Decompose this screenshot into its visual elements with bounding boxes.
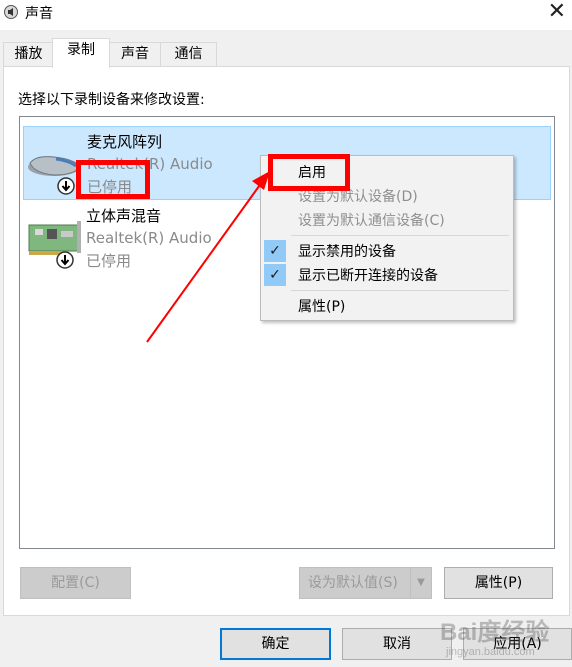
sound-card-icon bbox=[28, 221, 81, 269]
configure-button[interactable]: 配置(C) bbox=[20, 567, 131, 599]
watermark-logo: Bai度经验 bbox=[440, 619, 550, 646]
ok-button[interactable]: 确定 bbox=[220, 628, 331, 660]
menu-separator bbox=[291, 290, 509, 291]
chevron-down-icon[interactable]: ▼ bbox=[410, 568, 431, 598]
speaker-icon bbox=[4, 5, 18, 19]
tab-communications[interactable]: 通信 bbox=[160, 42, 217, 67]
menu-separator bbox=[291, 235, 509, 236]
device-name: 麦克风阵列 bbox=[87, 133, 163, 151]
menu-item-show-disconnected[interactable]: ✓ 显示已断开连接的设备 bbox=[261, 263, 513, 287]
watermark-url: jingyan.baidu.com bbox=[446, 646, 535, 658]
device-name: 立体声混音 bbox=[86, 207, 162, 225]
highlight-box-status bbox=[76, 160, 150, 199]
highlight-box-enable bbox=[268, 154, 350, 191]
tab-sounds[interactable]: 声音 bbox=[108, 42, 162, 67]
properties-button[interactable]: 属性(P) bbox=[444, 567, 553, 599]
set-default-button[interactable]: 设为默认值(S) ▼ bbox=[299, 567, 432, 599]
menu-item-set-default-comm: 设置为默认通信设备(C) bbox=[298, 213, 445, 229]
tab-strip: 播放 录制 声音 通信 bbox=[0, 38, 572, 68]
window-title: 声音 bbox=[25, 6, 53, 22]
close-icon[interactable]: ✕ bbox=[548, 0, 566, 24]
watermark: Bai度经验 jingyan.baidu.com bbox=[440, 608, 570, 666]
device-status: 已停用 bbox=[86, 252, 132, 270]
instruction-text: 选择以下录制设备来修改设置: bbox=[18, 92, 205, 108]
check-icon: ✓ bbox=[264, 240, 286, 262]
device-driver: Realtek(R) Audio bbox=[86, 229, 212, 247]
check-icon: ✓ bbox=[264, 264, 286, 286]
menu-item-show-disabled[interactable]: ✓ 显示禁用的设备 bbox=[261, 239, 513, 263]
menu-item-properties[interactable]: 属性(P) bbox=[261, 294, 513, 318]
tab-recording[interactable]: 录制 bbox=[52, 38, 110, 68]
title-bar: 声音 ✕ bbox=[0, 0, 572, 30]
tab-playback[interactable]: 播放 bbox=[3, 42, 54, 67]
cancel-button[interactable]: 取消 bbox=[342, 628, 452, 660]
